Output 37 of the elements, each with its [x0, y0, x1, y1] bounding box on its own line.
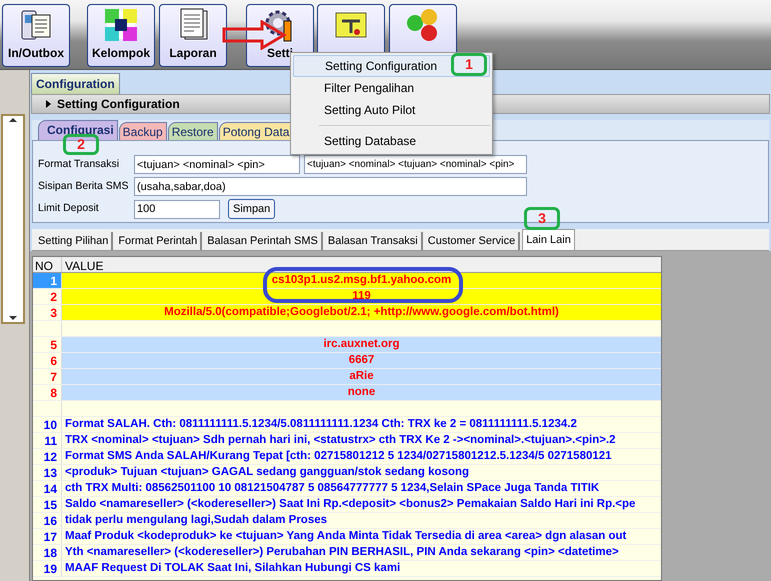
toolbar-button[interactable]: In/Outbox	[2, 4, 70, 67]
tab[interactable]: Backup	[118, 122, 167, 140]
input-field[interactable]: <tujuan> <nominal> <tujuan> <nominal> <pin>	[304, 155, 527, 174]
toolbar-button[interactable]: Laporan	[159, 4, 227, 67]
menu-item[interactable]: Setting Auto Pilot	[293, 99, 490, 121]
row-number-cell: 1	[33, 273, 62, 288]
table-cell: irc.auxnet.org	[62, 337, 661, 352]
table-cell: cs103p1.us2.msg.bf1.yahoo.com	[62, 273, 661, 288]
arrow-annotation	[222, 20, 286, 50]
tab[interactable]: Lain Lain	[522, 229, 575, 250]
tab[interactable]: Configurasi	[38, 120, 118, 140]
tab[interactable]: Restore	[168, 122, 218, 140]
menu-item[interactable]: Filter Pengalihan	[293, 77, 490, 99]
scroll-down-icon[interactable]	[9, 316, 17, 320]
menu-item[interactable]: Setting Database	[293, 130, 490, 152]
number-annotation: 1	[451, 53, 487, 76]
table-cell: aRie	[62, 369, 661, 384]
field-label: Limit Deposit	[38, 201, 100, 216]
column-header: VALUE	[64, 258, 104, 272]
table-cell: none	[62, 385, 661, 400]
scroll-up-icon[interactable]	[9, 118, 17, 122]
table-cell: 119	[62, 289, 661, 304]
number-annotation: 3	[524, 207, 560, 230]
save-button[interactable]: Simpan	[228, 199, 276, 219]
table-cell: 6667	[62, 353, 661, 368]
column-header: NO	[33, 257, 62, 272]
table-cell: Mozilla/5.0(compatible;Googlebot/2.1; +http://www.google.com/bot.html)	[62, 305, 661, 320]
panel-title: Setting Configuration	[57, 96, 180, 113]
input-field[interactable]: <tujuan> <nominal> <pin>	[134, 155, 300, 174]
document-tab[interactable]: Configuration	[31, 73, 120, 94]
toolbar-button[interactable]: Kelompok	[87, 4, 155, 67]
number-annotation: 2	[63, 134, 99, 155]
input-field[interactable]: 100	[134, 200, 220, 218]
input-field[interactable]: (usaha,sabar,doa)	[134, 177, 527, 196]
field-label: Format Transaksi	[38, 156, 120, 172]
field-label: Sisipan Berita SMS	[38, 178, 130, 194]
expand-icon[interactable]	[46, 100, 51, 108]
